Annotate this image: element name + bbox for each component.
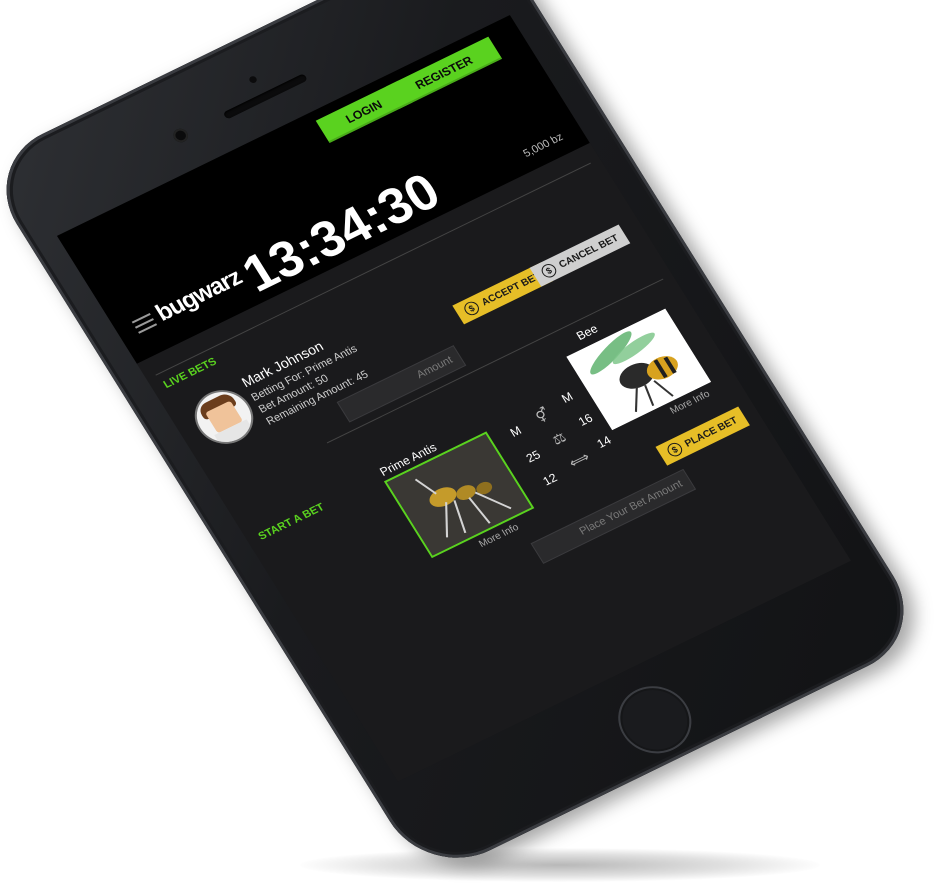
start-a-bet-label: START A BET <box>256 501 327 543</box>
header-bar: LOGIN REGISTER bugwarz 13:34:30 5,000 bz <box>56 14 590 364</box>
cancel-bet-button[interactable]: $ CANCEL BET <box>529 224 631 287</box>
weight-left: 25 <box>523 447 543 466</box>
coin-icon: $ <box>461 299 482 318</box>
gender-left: M <box>507 423 524 440</box>
size-right: 14 <box>594 433 614 451</box>
hamburger-icon[interactable] <box>131 313 158 334</box>
coin-icon: $ <box>664 440 685 459</box>
place-bet-label: PLACE BET <box>682 414 740 450</box>
phone-shadow <box>300 848 820 882</box>
cancel-bet-label: CANCEL BET <box>556 232 621 271</box>
live-bets-label: LIVE BETS <box>161 355 219 391</box>
balance-display: 5,000 bz <box>521 131 566 160</box>
earpiece-speaker <box>222 73 308 120</box>
register-button[interactable]: REGISTER <box>385 36 503 109</box>
phone-device: LOGIN REGISTER bugwarz 13:34:30 5,000 bz… <box>0 0 931 881</box>
place-bet-button[interactable]: $ PLACE BET <box>655 406 750 466</box>
gender-icon: ⚥ <box>532 405 553 425</box>
size-left: 12 <box>540 470 560 489</box>
size-arrows-icon: ⟺ <box>565 448 593 471</box>
coin-icon: $ <box>538 261 559 280</box>
accept-bet-label: ACCEPT BET <box>479 270 543 308</box>
gender-right: M <box>559 389 576 406</box>
weight-right: 16 <box>575 410 596 429</box>
front-camera <box>170 126 191 145</box>
bugwarz-logo: bugwarz <box>150 263 247 327</box>
home-button[interactable] <box>604 674 705 765</box>
bug-name-right: Bee <box>573 321 601 343</box>
scale-icon: ⚖ <box>549 428 569 448</box>
sensor-dot <box>248 75 259 85</box>
